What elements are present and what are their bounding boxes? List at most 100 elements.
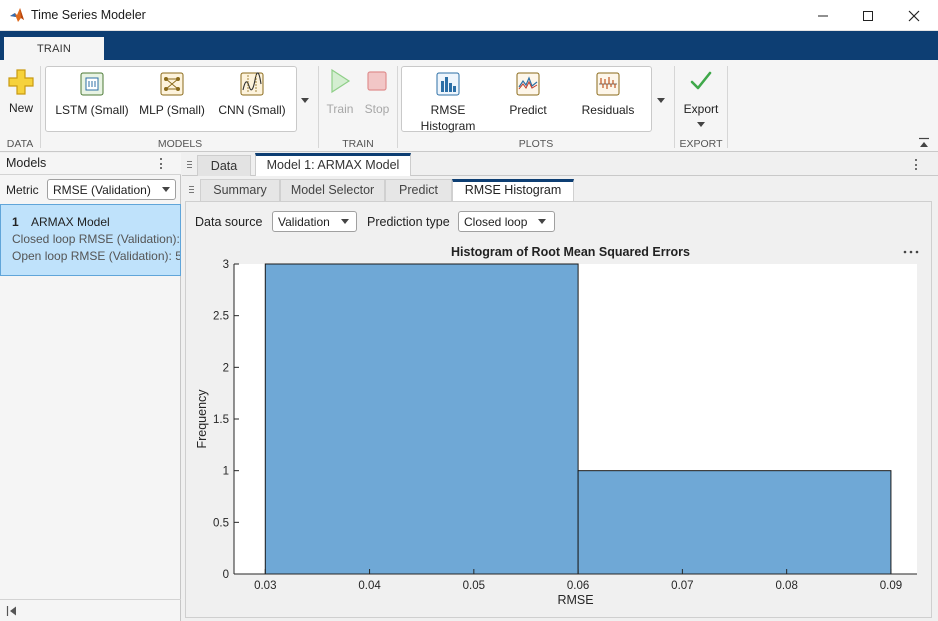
- metric-row: Metric RMSE (Validation): [0, 177, 181, 203]
- close-icon: [908, 10, 920, 21]
- divider: [397, 66, 398, 148]
- divider: [674, 66, 675, 148]
- cnn-small-button[interactable]: CNN (Small): [212, 72, 292, 118]
- closed-loop-rmse: Closed loop RMSE (Validation): 0.03: [12, 232, 180, 246]
- open-loop-rmse: Open loop RMSE (Validation): 5: [12, 249, 181, 263]
- divider: [40, 66, 41, 148]
- maximize-icon: [863, 10, 873, 21]
- title-bar: Time Series Modeler: [0, 0, 938, 31]
- histogram-bar: [264, 263, 579, 575]
- rmse-label: RMSE: [430, 103, 466, 117]
- rmse-histogram-view: Data source Validation Prediction type C…: [185, 201, 932, 618]
- collapse-panel-icon[interactable]: [6, 605, 18, 617]
- y-axis-label: Frequency: [195, 389, 209, 449]
- checkmark-icon: [690, 71, 712, 90]
- new-label: New: [8, 101, 33, 115]
- train-label: Train: [326, 102, 354, 116]
- y-tick-label: 3: [223, 259, 229, 271]
- chevron-down-icon: [162, 187, 170, 192]
- mlp-small-button[interactable]: MLP (Small): [132, 72, 212, 118]
- play-icon: [331, 68, 351, 94]
- data-section-label: DATA: [6, 138, 34, 150]
- train-section-label: TRAIN: [342, 138, 374, 150]
- stop-button[interactable]: Stop: [360, 68, 394, 117]
- models-panel-header: Models: [0, 153, 181, 175]
- model-label: MLP (Small): [139, 103, 205, 117]
- models-gallery: LSTM (Small) MLP (Small) CNN (Small): [45, 66, 297, 132]
- plots-gallery-expand-icon[interactable]: [657, 98, 665, 103]
- residuals-label: Residuals: [581, 103, 635, 117]
- x-tick-label: 0.06: [567, 580, 589, 592]
- close-button[interactable]: [891, 0, 937, 31]
- histogram-label: Histogram: [420, 119, 476, 133]
- tab-rmse-histogram[interactable]: RMSE Histogram: [452, 179, 574, 202]
- histogram-icon: [436, 72, 460, 96]
- panel-footer: [0, 599, 181, 621]
- drag-handle-icon[interactable]: [187, 161, 192, 168]
- toolstrip-tab-bar: TRAIN: [0, 31, 938, 60]
- residuals-button[interactable]: Residuals: [568, 72, 648, 118]
- document-area: Data Model 1: ARMAX Model Summary Model …: [182, 153, 938, 621]
- sub-tab-bar: Summary Model Selector Predict RMSE Hist…: [198, 179, 932, 202]
- y-tick-label: 0: [223, 569, 229, 581]
- new-session-button[interactable]: New: [4, 68, 38, 116]
- divider: [727, 66, 728, 148]
- lstm-network-icon: [80, 72, 104, 96]
- x-tick-label: 0.07: [671, 580, 693, 592]
- models-section-label: MODELS: [157, 138, 203, 150]
- model-list-item[interactable]: 1 ARMAX Model Closed loop RMSE (Validati…: [0, 204, 181, 276]
- more-options-icon[interactable]: [915, 159, 918, 170]
- divider: [318, 66, 319, 148]
- window-title: Time Series Modeler: [31, 8, 146, 22]
- stop-label: Stop: [364, 102, 390, 116]
- minimize-icon: [818, 15, 828, 16]
- mlp-network-icon: [160, 72, 184, 96]
- plots-section-label: PLOTS: [518, 138, 554, 150]
- tab-data[interactable]: Data: [197, 155, 251, 176]
- y-tick-label: 2.5: [213, 311, 229, 323]
- tab-train[interactable]: TRAIN: [4, 34, 104, 60]
- predict-plot-button[interactable]: Predict: [488, 72, 568, 118]
- metric-dropdown[interactable]: RMSE (Validation): [47, 179, 176, 200]
- tab-model-selector[interactable]: Model Selector: [280, 179, 385, 201]
- model-label: LSTM (Small): [55, 103, 129, 117]
- plots-gallery: RMSE Histogram Predict Residuals: [401, 66, 652, 134]
- models-panel-title: Models: [6, 156, 47, 170]
- metric-label: Metric: [6, 183, 39, 197]
- stop-icon: [367, 71, 387, 91]
- maximize-button[interactable]: [845, 0, 891, 31]
- predict-label: Predict: [509, 103, 547, 117]
- models-gallery-expand-icon[interactable]: [301, 98, 309, 103]
- tab-summary[interactable]: Summary: [200, 179, 280, 201]
- x-tick-label: 0.09: [880, 580, 902, 592]
- plus-icon: [8, 69, 34, 95]
- y-tick-label: 2: [223, 362, 229, 374]
- document-tab-bar: Data Model 1: ARMAX Model: [182, 153, 938, 176]
- x-tick-label: 0.04: [358, 580, 381, 592]
- export-button[interactable]: Export: [678, 68, 724, 127]
- residuals-icon: [596, 72, 620, 96]
- tab-predict[interactable]: Predict: [385, 179, 452, 201]
- model-name: ARMAX Model: [31, 215, 110, 229]
- more-options-icon[interactable]: [160, 158, 163, 169]
- y-tick-label: 1: [223, 466, 229, 478]
- rmse-histogram-button[interactable]: RMSE Histogram: [408, 72, 488, 134]
- export-dropdown-icon: [697, 122, 705, 127]
- lstm-small-button[interactable]: LSTM (Small): [52, 72, 132, 118]
- minimize-button[interactable]: [800, 0, 846, 31]
- histogram-chart: 0.03 0.04 0.05 0.06 0.07 0.08 0.09 0 0.5 1 1.5 2 2.5…: [195, 259, 917, 607]
- x-axis-label: RMSE: [557, 593, 593, 607]
- model-number: 1: [12, 215, 19, 229]
- x-tick-label: 0.08: [775, 580, 797, 592]
- train-button[interactable]: Train: [322, 68, 358, 117]
- metric-value: RMSE (Validation): [53, 183, 151, 197]
- drag-handle-icon[interactable]: [189, 186, 194, 193]
- tab-model-1-armax[interactable]: Model 1: ARMAX Model: [255, 153, 411, 176]
- toolstrip: New DATA LSTM (Small) MLP (Small) CNN (S…: [0, 60, 938, 152]
- collapse-toolstrip-icon[interactable]: [918, 137, 930, 149]
- export-label: Export: [683, 102, 719, 116]
- model-label: CNN (Small): [218, 103, 286, 117]
- y-tick-label: 0.5: [213, 517, 229, 529]
- histogram-bar: [577, 470, 892, 575]
- cnn-network-icon: [240, 72, 264, 96]
